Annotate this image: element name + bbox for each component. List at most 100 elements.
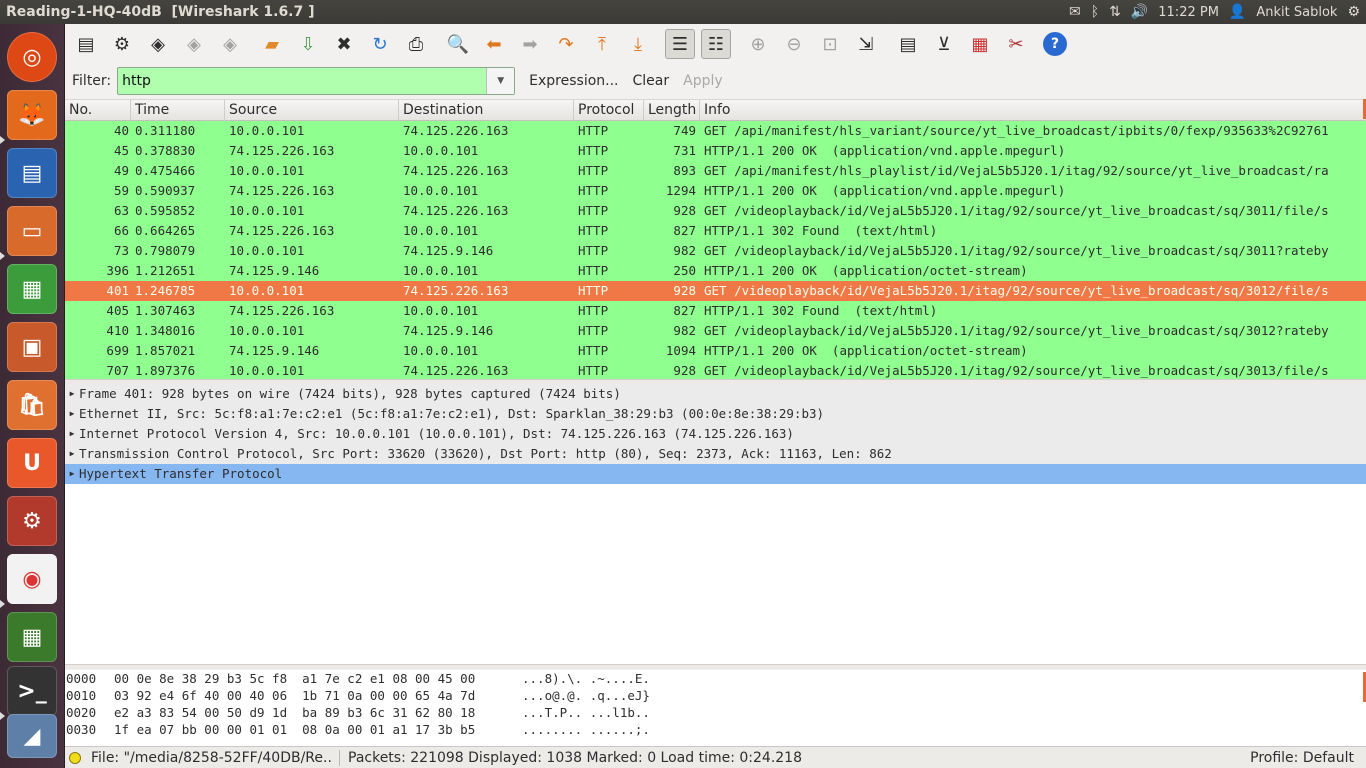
- save-file-icon[interactable]: ⇩: [293, 29, 323, 59]
- colorize-icon[interactable]: ☰: [665, 29, 695, 59]
- packet-row[interactable]: 66 0.664265 74.125.226.163 10.0.0.101 HTTP 82…: [65, 221, 1366, 241]
- expand-arrow-icon[interactable]: ▶: [65, 384, 79, 404]
- hex-ascii[interactable]: ...o@.@. .q...eJ}: [522, 687, 650, 704]
- expand-arrow-icon[interactable]: ▶: [65, 444, 79, 464]
- print-icon[interactable]: ⎙: [401, 29, 431, 59]
- filter-input[interactable]: [118, 68, 479, 94]
- calc-icon[interactable]: ▦: [7, 264, 57, 314]
- packet-row[interactable]: 405 1.307463 74.125.226.163 10.0.0.101 HTTP 8…: [65, 301, 1366, 321]
- packet-row[interactable]: 707 1.897376 10.0.0.101 74.125.226.163 HTTP 9…: [65, 361, 1366, 380]
- detail-tree-item[interactable]: ▶ Ethernet II, Src: 5c:f8:a1:7e:c2:e1 (5c…: [65, 404, 1366, 424]
- reload-icon[interactable]: ↻: [365, 29, 395, 59]
- expand-arrow-icon[interactable]: ▶: [65, 464, 79, 484]
- chevron-down-icon[interactable]: ▼: [486, 68, 515, 94]
- hex-offset[interactable]: 0010: [66, 687, 114, 704]
- interfaces-icon[interactable]: ▤: [71, 29, 101, 59]
- network-icon[interactable]: ⇅: [1109, 4, 1121, 20]
- hex-offset[interactable]: 0000: [66, 670, 114, 687]
- close-file-icon[interactable]: ✖: [329, 29, 359, 59]
- volume-icon[interactable]: 🔊: [1131, 4, 1148, 20]
- column-header-info[interactable]: Info: [700, 100, 1366, 121]
- system-settings-icon[interactable]: ⚙: [7, 496, 57, 546]
- preferences-icon[interactable]: ✂: [1001, 29, 1031, 59]
- packet-bytes-pane[interactable]: 0000 00 0e 8e 38 29 b3 5c f8 a1 7e c2 e1 …: [65, 670, 1366, 746]
- packet-row[interactable]: 396 1.212651 74.125.9.146 10.0.0.101 HTTP 250…: [65, 261, 1366, 281]
- wireshark-icon[interactable]: ◢: [7, 714, 57, 758]
- hex-ascii[interactable]: ........ ......;.: [522, 721, 650, 738]
- column-header-protocol[interactable]: Protocol: [574, 100, 644, 121]
- apply-button[interactable]: Apply: [683, 73, 723, 89]
- last-packet-icon[interactable]: ⤓: [623, 29, 653, 59]
- go-forward-icon[interactable]: ➡: [515, 29, 545, 59]
- hex-bytes[interactable]: 03 92 e4 6f 40 00 40 06 1b 71 0a 00 00 6…: [114, 687, 522, 704]
- column-header-length[interactable]: Length: [644, 100, 700, 121]
- stop-capture-icon[interactable]: ◈: [179, 29, 209, 59]
- packet-row[interactable]: 699 1.857021 74.125.9.146 10.0.0.101 HTTP 109…: [65, 341, 1366, 361]
- packet-list[interactable]: No. Time Source Destination Protocol Len…: [65, 99, 1366, 380]
- workspace-switcher-icon[interactable]: ▦: [7, 612, 57, 662]
- auto-scroll-icon[interactable]: ☷: [701, 29, 731, 59]
- display-filters-icon[interactable]: ⊻: [929, 29, 959, 59]
- first-packet-icon[interactable]: ⤒: [587, 29, 617, 59]
- clock[interactable]: 11:22 PM: [1158, 5, 1219, 20]
- pane-splitter[interactable]: [65, 664, 1366, 669]
- software-center-icon[interactable]: 🛍: [7, 380, 57, 430]
- start-capture-icon[interactable]: ◈: [143, 29, 173, 59]
- clear-button[interactable]: Clear: [633, 73, 670, 89]
- find-packet-icon[interactable]: 🔍: [443, 29, 473, 59]
- packet-details-tree[interactable]: ▶ Frame 401: 928 bytes on wire (7424 bits…: [65, 384, 1366, 664]
- detail-tree-item[interactable]: ▶ Frame 401: 928 bytes on wire (7424 bits…: [65, 384, 1366, 404]
- detail-tree-item[interactable]: ▶ Hypertext Transfer Protocol: [65, 464, 1366, 484]
- normal-size-icon[interactable]: ⊡: [815, 29, 845, 59]
- go-back-icon[interactable]: ⬅: [479, 29, 509, 59]
- hex-ascii[interactable]: ...8).\. .~....E.: [522, 670, 650, 687]
- capture-filters-icon[interactable]: ▤: [893, 29, 923, 59]
- expand-arrow-icon[interactable]: ▶: [65, 424, 79, 444]
- packet-row[interactable]: 49 0.475466 10.0.0.101 74.125.226.163 HTTP 89…: [65, 161, 1366, 181]
- chrome-icon[interactable]: ◉: [7, 554, 57, 604]
- hex-bytes[interactable]: 1f ea 07 bb 00 00 01 01 08 0a 00 01 a1 1…: [114, 721, 522, 738]
- packet-row[interactable]: 59 0.590937 74.125.226.163 10.0.0.101 HTTP 12…: [65, 181, 1366, 201]
- packet-row[interactable]: 45 0.378830 74.125.226.163 10.0.0.101 HTTP 73…: [65, 141, 1366, 161]
- expand-arrow-icon[interactable]: ▶: [65, 404, 79, 424]
- column-header-no[interactable]: No.: [65, 100, 131, 121]
- impress-icon[interactable]: ▣: [7, 322, 57, 372]
- coloring-rules-icon[interactable]: ▦: [965, 29, 995, 59]
- packet-row-selected[interactable]: 401 1.246785 10.0.0.101 74.125.226.163 HTTP 9…: [65, 281, 1366, 301]
- restart-capture-icon[interactable]: ◈: [215, 29, 245, 59]
- packet-row[interactable]: 40 0.311180 10.0.0.101 74.125.226.163 HTTP 74…: [65, 121, 1366, 141]
- filter-combo[interactable]: ▼: [117, 67, 516, 95]
- go-to-packet-icon[interactable]: ↷: [551, 29, 581, 59]
- expert-info-icon[interactable]: [69, 751, 81, 764]
- packet-row[interactable]: 73 0.798079 10.0.0.101 74.125.9.146 HTTP 982 G…: [65, 241, 1366, 261]
- power-gear-icon[interactable]: ⚙: [1347, 4, 1360, 20]
- ubuntu-one-icon[interactable]: U: [7, 438, 57, 488]
- dash-home-icon[interactable]: ◎: [7, 32, 57, 82]
- column-header-time[interactable]: Time: [131, 100, 225, 121]
- expression-button[interactable]: Expression...: [529, 73, 618, 89]
- hex-bytes[interactable]: e2 a3 83 54 00 50 d9 1d ba 89 b3 6c 31 6…: [114, 704, 522, 721]
- zoom-in-icon[interactable]: ⊕: [743, 29, 773, 59]
- hex-offset[interactable]: 0020: [66, 704, 114, 721]
- files-icon[interactable]: ▭: [7, 206, 57, 256]
- resize-columns-icon[interactable]: ⇲: [851, 29, 881, 59]
- firefox-icon[interactable]: 🦊: [7, 90, 57, 140]
- packet-row[interactable]: 63 0.595852 10.0.0.101 74.125.226.163 HTTP 92…: [65, 201, 1366, 221]
- packet-row[interactable]: 410 1.348016 10.0.0.101 74.125.9.146 HTTP 982…: [65, 321, 1366, 341]
- help-icon[interactable]: ?: [1043, 32, 1067, 56]
- detail-tree-item[interactable]: ▶ Transmission Control Protocol, Src Port…: [65, 444, 1366, 464]
- hex-bytes[interactable]: 00 0e 8e 38 29 b3 5c f8 a1 7e c2 e1 08 0…: [114, 670, 522, 687]
- column-header-destination[interactable]: Destination: [399, 100, 574, 121]
- writer-icon[interactable]: ▤: [7, 148, 57, 198]
- bluetooth-icon[interactable]: ᛒ: [1091, 4, 1099, 20]
- user-name[interactable]: Ankit Sablok: [1256, 5, 1337, 20]
- hex-ascii[interactable]: ...T.P.. ...l1b..: [522, 704, 650, 721]
- hex-offset[interactable]: 0030: [66, 721, 114, 738]
- capture-options-icon[interactable]: ⚙: [107, 29, 137, 59]
- open-file-icon[interactable]: ▰: [257, 29, 287, 59]
- column-header-source[interactable]: Source: [225, 100, 399, 121]
- mail-icon[interactable]: ✉: [1069, 4, 1081, 20]
- terminal-icon[interactable]: >_: [7, 666, 57, 716]
- zoom-out-icon[interactable]: ⊖: [779, 29, 809, 59]
- status-profile[interactable]: Profile: Default: [1250, 750, 1366, 766]
